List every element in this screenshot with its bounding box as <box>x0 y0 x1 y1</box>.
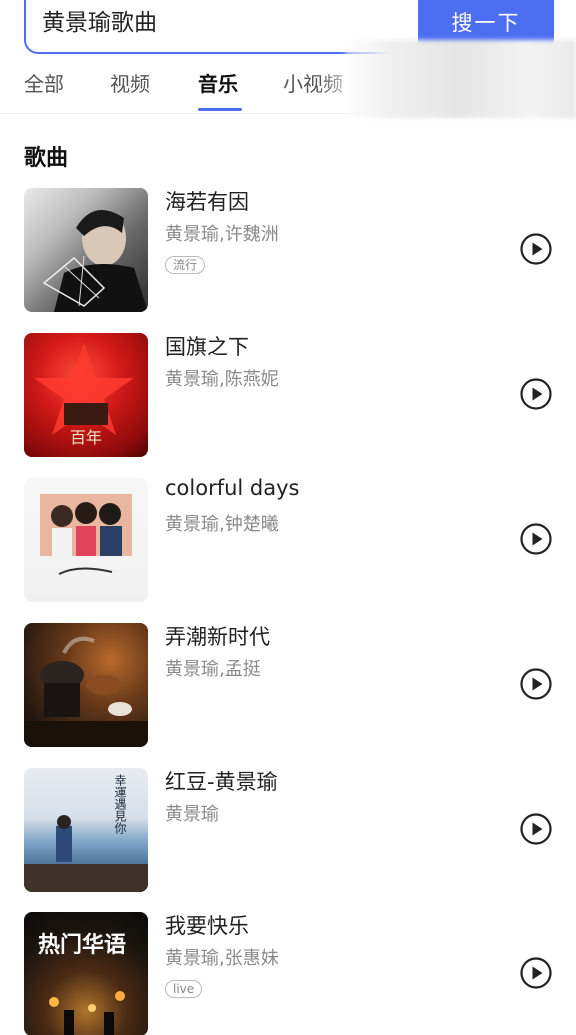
song-artist: 黄景瑜,许魏洲 <box>165 224 279 245</box>
song-cover[interactable]: 幸運遇見你 <box>24 768 148 892</box>
song-item[interactable]: 幸運遇見你 红豆-黄景瑜 黄景瑜 <box>0 766 576 892</box>
song-cover[interactable] <box>24 478 148 602</box>
active-tab-indicator <box>198 108 242 111</box>
section-title: 歌曲 <box>24 146 69 171</box>
song-item[interactable]: 热门华语 我要快乐 黄景瑜,张惠妹 live <box>0 910 576 1035</box>
song-item[interactable]: colorful days 黄景瑜,钟楚曦 <box>0 476 576 602</box>
music-search-page: 搜一下 全部 视频 音乐 小视频 歌曲 海若有因 黄景瑜,许魏洲 <box>0 0 576 1035</box>
song-title: colorful days <box>165 476 300 500</box>
play-circle-icon[interactable] <box>519 812 553 846</box>
song-cover[interactable]: 百年 <box>24 333 148 457</box>
song-artist: 黄景瑜,钟楚曦 <box>165 514 279 535</box>
song-artist: 黄景瑜 <box>165 804 219 825</box>
song-title: 我要快乐 <box>165 914 249 938</box>
song-item[interactable]: 海若有因 黄景瑜,许魏洲 流行 <box>0 186 576 312</box>
song-title: 海若有因 <box>165 190 249 214</box>
song-title: 红豆-黄景瑜 <box>165 770 278 794</box>
play-circle-icon[interactable] <box>519 377 553 411</box>
tab-all[interactable]: 全部 <box>24 70 64 106</box>
song-artist: 黄景瑜,张惠妹 <box>165 948 279 969</box>
tab-video[interactable]: 视频 <box>110 70 150 106</box>
song-title: 弄潮新时代 <box>165 625 270 649</box>
song-cover[interactable] <box>24 188 148 312</box>
cover-text: 百年 <box>70 428 102 447</box>
song-artist: 黄景瑜,孟挺 <box>165 659 261 680</box>
genre-tag: 流行 <box>165 256 206 274</box>
song-item[interactable]: 百年 国旗之下 黄景瑜,陈燕妮 <box>0 331 576 457</box>
song-cover[interactable] <box>24 623 148 747</box>
play-circle-icon[interactable] <box>519 956 553 990</box>
song-item[interactable]: 弄潮新时代 黄景瑜,孟挺 <box>0 621 576 747</box>
blurred-region <box>345 40 576 118</box>
live-tag: live <box>165 980 203 998</box>
tab-music[interactable]: 音乐 <box>198 70 238 106</box>
song-cover[interactable]: 热门华语 <box>24 912 148 1035</box>
song-title: 国旗之下 <box>165 335 249 359</box>
play-circle-icon[interactable] <box>519 667 553 701</box>
cover-text: 热门华语 <box>38 932 126 958</box>
cover-text: 幸運遇見你 <box>113 774 127 834</box>
song-artist: 黄景瑜,陈燕妮 <box>165 369 279 390</box>
play-circle-icon[interactable] <box>519 232 553 266</box>
play-circle-icon[interactable] <box>519 522 553 556</box>
